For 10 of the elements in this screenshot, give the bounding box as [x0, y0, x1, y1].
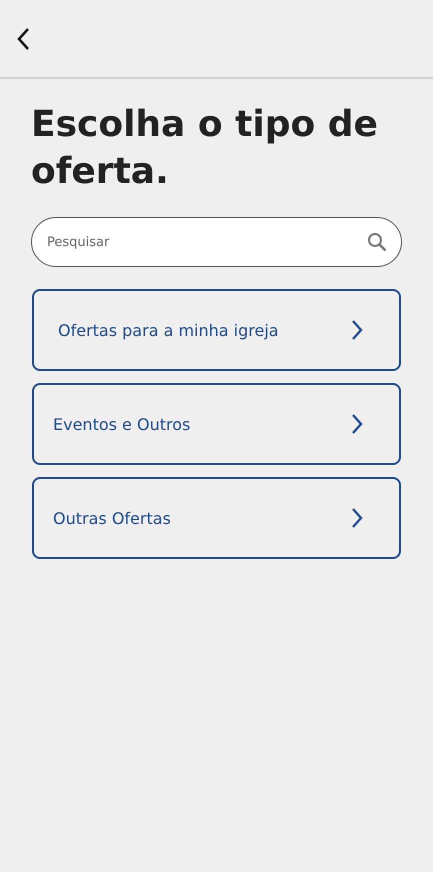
search-field[interactable]: Pesquisar — [31, 217, 402, 267]
back-icon — [16, 26, 30, 50]
chevron-icon — [351, 507, 363, 529]
chevron-icon — [351, 319, 363, 341]
chevron-icon — [351, 413, 363, 435]
option-card[interactable]: Eventos e Outros — [32, 383, 401, 465]
option-card[interactable]: Ofertas para a minha igreja — [32, 289, 401, 371]
option-card[interactable]: Outras Ofertas — [32, 477, 401, 559]
search-icon — [367, 232, 387, 252]
page-title: Escolha o tipo de oferta. — [31, 103, 379, 194]
